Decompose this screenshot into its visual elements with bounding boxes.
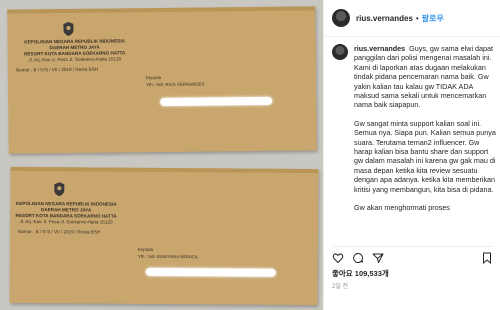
post-header: rius.vernandes • 팔로우: [324, 0, 500, 37]
share-icon[interactable]: [372, 252, 384, 264]
nomor: Nomor : B / 575 / VII / 2019 / Resta BSH: [15, 66, 99, 73]
nomor: Nomor : B / 573 / VII / 2019 / Resta BSH: [18, 228, 101, 235]
redaction-mark: [160, 96, 273, 107]
caption-paragraph-1: Guys, gw sama elwi dapat panggilan dari …: [354, 44, 494, 110]
recipient: Yth : Sdr. RIUS VERNANDES: [146, 81, 205, 88]
caption-paragraph-3: Gw akan menghormati proses: [354, 203, 450, 213]
letterhead-address: Jl. Arj. Kav. Ir. Pesa Jl. Soekarno-Hatt…: [28, 56, 122, 63]
caption-username[interactable]: rius.vernandes: [354, 44, 405, 53]
header-username[interactable]: rius.vernandes: [356, 14, 413, 23]
header-separator: •: [415, 13, 419, 23]
post-photo[interactable]: KEPOLISIAN NEGARA REPUBLIK INDONESIA DAE…: [0, 0, 323, 310]
post-sidebar: rius.vernandes • 팔로우 rius.vernandes Guys…: [323, 0, 500, 310]
follow-button[interactable]: 팔로우: [422, 13, 444, 24]
caption-paragraph: rius.vernandes Guys, gw sama elwi dapat …: [354, 44, 497, 110]
heart-icon[interactable]: [332, 252, 344, 264]
police-crest-icon: [63, 21, 74, 36]
envelope-edge: [7, 6, 316, 14]
redaction-mark: [145, 267, 276, 277]
letterhead-address: Jl. Arj. Kav. Ir. Pesa Jl. Soekarno-Hatt…: [19, 218, 113, 225]
letterhead: KEPOLISIAN NEGARA REPUBLIK INDONESIA DAE…: [10, 201, 122, 226]
recipient: Yth : Sdr. ELWIYANA MONICA: [137, 253, 198, 260]
caption-avatar[interactable]: [332, 44, 348, 60]
kepada-block: Kepada Yth : Sdr. RIUS VERNANDES: [146, 74, 204, 89]
caption-row: rius.vernandes Guys, gw sama elwi dapat …: [332, 44, 497, 222]
envelope-edge: [10, 166, 319, 174]
post-date: 2일 전: [332, 284, 349, 290]
kepada-block: Kepada Yth : Sdr. ELWIYANA MONICA: [138, 246, 198, 260]
police-crest-icon: [54, 182, 65, 197]
comment-icon[interactable]: [352, 252, 364, 264]
action-bar: [332, 246, 493, 265]
avatar[interactable]: [332, 9, 350, 27]
bookmark-icon[interactable]: [481, 252, 493, 264]
caption-scroll[interactable]: rius.vernandes Guys, gw sama elwi dapat …: [332, 44, 497, 242]
caption-paragraph-2: Gw sangat minta support kalian soal ini.…: [354, 118, 496, 194]
envelope-top: KEPOLISIAN NEGARA REPUBLIK INDONESIA DAE…: [7, 6, 317, 154]
letterhead: KEPOLISIAN NEGARA REPUBLIK INDONESIA DAE…: [10, 38, 140, 63]
envelope-bottom: KEPOLISIAN NEGARA REPUBLIK INDONESIA DAE…: [9, 166, 319, 306]
caption-text: rius.vernandes Guys, gw sama elwi dapat …: [354, 44, 497, 222]
like-count[interactable]: 좋아요 109,533개: [332, 268, 389, 279]
